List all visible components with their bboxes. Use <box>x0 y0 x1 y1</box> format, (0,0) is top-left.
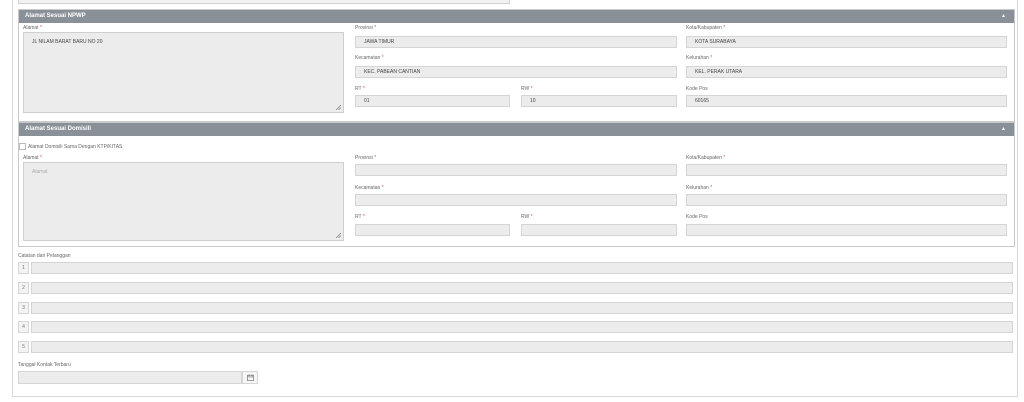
same-as-ktp-checkbox-row[interactable]: Alamat Domisili Sama Dengan KTP/KITAS <box>19 143 122 150</box>
resize-grip-icon[interactable] <box>335 104 341 110</box>
domisili-kecamatan-label: Kecamatan * <box>355 185 384 191</box>
npwp-kodepos-field[interactable]: 60165 <box>686 95 1007 107</box>
domisili-kota-field[interactable] <box>686 164 1007 176</box>
npwp-rt-label: RT * <box>355 86 365 92</box>
domisili-kelurahan-label: Kelurahan * <box>686 185 713 191</box>
npwp-provinsi-label: Provinsi * <box>355 25 377 31</box>
domisili-panel-header[interactable]: Alamat Sesuai Domisili ▲ <box>19 123 1014 136</box>
domisili-rw-label: RW * <box>521 214 533 220</box>
note-row: 1 <box>18 262 1013 274</box>
domisili-alamat-placeholder: Alamat <box>32 169 48 175</box>
domisili-alamat-textarea[interactable]: Alamat <box>23 162 344 241</box>
last-contact-label: Tanggal Kontak Terbaru <box>18 362 71 368</box>
last-contact-date-input[interactable] <box>18 371 242 384</box>
npwp-rw-field[interactable]: 10 <box>521 95 677 107</box>
npwp-panel-header[interactable]: Alamat Sesuai NPWP ▲ <box>19 10 1014 23</box>
date-picker-button[interactable] <box>242 371 258 384</box>
note-row-number: 5 <box>18 341 29 353</box>
top-input-strip <box>18 0 510 4</box>
domisili-kecamatan-field[interactable] <box>355 194 677 206</box>
domisili-kodepos-field[interactable] <box>686 224 1007 236</box>
note-row: 4 <box>18 321 1013 333</box>
npwp-alamat-textarea[interactable]: JL NILAM BARAT BARU NO 20 <box>23 32 344 113</box>
note-row: 3 <box>18 302 1013 314</box>
note-row-number: 3 <box>18 302 29 314</box>
npwp-panel-title: Alamat Sesuai NPWP <box>25 13 86 19</box>
domisili-kodepos-label: Kode Pos <box>686 214 708 220</box>
domisili-panel-title: Alamat Sesuai Domisili <box>25 126 92 132</box>
domisili-kelurahan-field[interactable] <box>686 194 1007 206</box>
npwp-kota-field[interactable]: KOTA SURABAYA <box>686 36 1007 48</box>
npwp-alamat-label: Alamat * <box>23 25 42 31</box>
npwp-kecamatan-field[interactable]: KEC. PABEAN CANTIAN <box>355 66 677 78</box>
npwp-kota-label: Kota/Kabupaten * <box>686 25 726 31</box>
npwp-kelurahan-label: Kelurahan * <box>686 55 713 61</box>
domisili-provinsi-label: Provinsi * <box>355 155 377 161</box>
npwp-rt-field[interactable]: 01 <box>355 95 510 107</box>
domisili-rw-field[interactable] <box>521 224 677 236</box>
note-row-number: 4 <box>18 321 29 333</box>
notes-label: Catatan dari Pelanggan <box>18 253 71 259</box>
note-input-5[interactable] <box>31 341 1013 353</box>
note-input-2[interactable] <box>31 282 1013 294</box>
note-row-number: 2 <box>18 282 29 294</box>
domisili-rt-label: RT * <box>355 214 365 220</box>
npwp-kodepos-label: Kode Pos <box>686 86 708 92</box>
same-as-ktp-label: Alamat Domisili Sama Dengan KTP/KITAS <box>28 143 123 150</box>
npwp-alamat-value: JL NILAM BARAT BARU NO 20 <box>32 39 103 45</box>
domisili-alamat-label: Alamat * <box>23 155 42 161</box>
npwp-provinsi-field[interactable]: JAWA TIMUR <box>355 36 677 48</box>
note-row-number: 1 <box>18 262 29 274</box>
npwp-kecamatan-label: Kecamatan * <box>355 55 384 61</box>
resize-grip-icon[interactable] <box>335 232 341 238</box>
note-row: 5 <box>18 341 1013 353</box>
domisili-kota-label: Kota/Kabupaten * <box>686 155 726 161</box>
same-as-ktp-checkbox[interactable] <box>19 143 26 150</box>
note-input-4[interactable] <box>31 321 1013 333</box>
npwp-rw-label: RW * <box>521 86 533 92</box>
collapse-caret-icon[interactable]: ▲ <box>1001 123 1006 136</box>
collapse-caret-icon[interactable]: ▲ <box>1001 10 1006 23</box>
note-input-1[interactable] <box>31 262 1013 274</box>
calendar-icon <box>246 374 254 381</box>
npwp-kelurahan-field[interactable]: KEL. PERAK UTARA <box>686 66 1007 78</box>
note-input-3[interactable] <box>31 302 1013 314</box>
domisili-rt-field[interactable] <box>355 224 510 236</box>
note-row: 2 <box>18 282 1013 294</box>
domisili-provinsi-field[interactable] <box>355 164 677 176</box>
